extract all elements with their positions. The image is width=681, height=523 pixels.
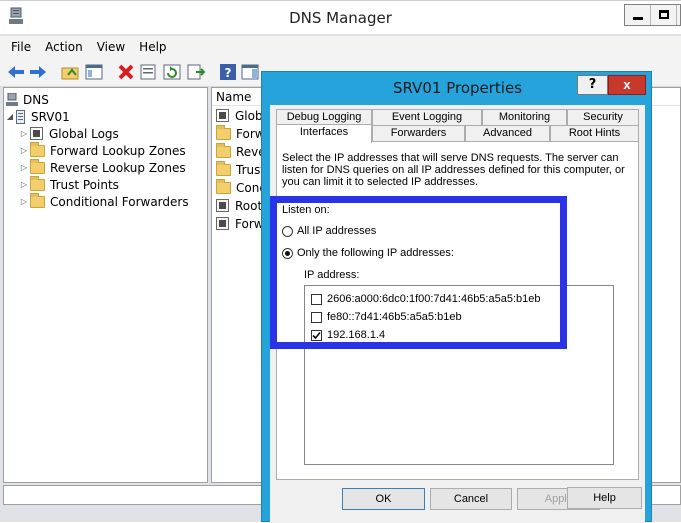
ip-address-label: IP address: bbox=[304, 269, 360, 281]
dialog-help-button[interactable]: ? bbox=[577, 75, 608, 95]
ip-checkbox[interactable] bbox=[311, 293, 322, 305]
maximize-button[interactable] bbox=[651, 5, 677, 25]
event-log-icon bbox=[216, 109, 229, 122]
tree-item-conditional-forwarders[interactable]: ▷ Conditional Forwarders bbox=[18, 192, 189, 210]
radio-label: All IP addresses bbox=[297, 225, 377, 237]
checkmark-icon bbox=[312, 331, 321, 339]
root-hints-icon bbox=[216, 199, 229, 212]
help-icon[interactable]: ? bbox=[218, 63, 238, 81]
radio-only-following-ip-addresses[interactable]: Only the following IP addresses: bbox=[282, 247, 454, 259]
collapse-arrow-icon[interactable]: ◢ bbox=[4, 112, 16, 121]
tab-root-hints[interactable]: Root Hints bbox=[550, 125, 639, 142]
radio-button-selected[interactable] bbox=[282, 247, 293, 259]
export-list-icon[interactable] bbox=[186, 63, 206, 81]
folder-icon bbox=[30, 192, 45, 208]
menu-bar: File Action View Help bbox=[0, 36, 681, 58]
tree-label: Forward Lookup Zones bbox=[50, 143, 186, 158]
help-button[interactable]: Help bbox=[567, 487, 642, 509]
folder-icon bbox=[30, 175, 45, 191]
title-bar: DNS Manager bbox=[0, 1, 681, 34]
folder-up-icon[interactable] bbox=[60, 63, 80, 81]
tab-forwarders[interactable]: Forwarders bbox=[372, 125, 465, 142]
tree-label: Global Logs bbox=[49, 126, 119, 141]
tree-item-forward-lookup-zones[interactable]: ▷ Forward Lookup Zones bbox=[18, 141, 186, 159]
menu-help[interactable]: Help bbox=[132, 40, 173, 54]
tab-security[interactable]: Security bbox=[567, 109, 639, 126]
ip-checkbox-checked[interactable] bbox=[311, 329, 322, 341]
ip-address-value: 2606:a000:6dc0:1f00:7d41:46b5:a5a5:b1eb bbox=[327, 293, 541, 305]
console-tree: DNS ◢ SRV01 ▷ Global Logs ▷ Forward Look… bbox=[3, 87, 208, 483]
ok-button[interactable]: OK bbox=[342, 488, 425, 510]
dns-icon bbox=[6, 92, 18, 106]
window-controls bbox=[624, 4, 681, 26]
tree-label: Conditional Forwarders bbox=[50, 194, 189, 209]
ip-address-row[interactable]: 192.168.1.4 bbox=[311, 329, 385, 341]
menu-action[interactable]: Action bbox=[38, 40, 90, 54]
expand-arrow-icon[interactable]: ▷ bbox=[18, 146, 30, 155]
ip-checkbox[interactable] bbox=[311, 311, 322, 323]
tab-advanced[interactable]: Advanced bbox=[465, 125, 550, 142]
tab-monitoring[interactable]: Monitoring bbox=[482, 109, 567, 126]
tab-event-logging[interactable]: Event Logging bbox=[372, 109, 482, 126]
column-header-name[interactable]: Name bbox=[216, 90, 251, 104]
ip-address-value: 192.168.1.4 bbox=[327, 329, 386, 341]
tree-label-dns: DNS bbox=[23, 92, 49, 107]
tree-item-reverse-lookup-zones[interactable]: ▷ Reverse Lookup Zones bbox=[18, 158, 186, 176]
forwarders-icon bbox=[216, 217, 229, 230]
tree-label-server: SRV01 bbox=[31, 109, 70, 124]
tree-item-trust-points[interactable]: ▷ Trust Points bbox=[18, 175, 119, 193]
menu-file[interactable]: File bbox=[4, 40, 38, 54]
tree-label: Trust Points bbox=[50, 177, 119, 192]
dialog-close-button[interactable]: x bbox=[608, 75, 646, 95]
refresh-icon[interactable] bbox=[162, 63, 182, 81]
server-icon bbox=[16, 109, 25, 124]
folder-icon bbox=[30, 158, 45, 174]
tree-item-global-logs[interactable]: ▷ Global Logs bbox=[18, 125, 119, 142]
ip-address-list: 2606:a000:6dc0:1f00:7d41:46b5:a5a5:b1eb … bbox=[304, 285, 614, 465]
window-title: DNS Manager bbox=[289, 9, 392, 27]
properties-icon[interactable] bbox=[138, 63, 158, 81]
ip-address-row[interactable]: 2606:a000:6dc0:1f00:7d41:46b5:a5a5:b1eb bbox=[311, 293, 540, 305]
svg-text:?: ? bbox=[225, 66, 232, 80]
tree-item-server[interactable]: ◢ SRV01 bbox=[4, 108, 70, 125]
expand-arrow-icon[interactable]: ▷ bbox=[18, 197, 30, 206]
properties-dialog: SRV01 Properties ? x Debug Logging Event… bbox=[261, 71, 652, 523]
event-log-icon bbox=[30, 127, 43, 140]
show-hide-console-icon[interactable] bbox=[84, 63, 104, 81]
expand-arrow-icon[interactable]: ▷ bbox=[18, 163, 30, 172]
minimize-icon bbox=[633, 17, 643, 20]
expand-arrow-icon[interactable]: ▷ bbox=[18, 129, 30, 138]
folder-icon bbox=[216, 178, 231, 194]
ip-address-value: fe80::7d41:46b5:a5a5:b1eb bbox=[327, 311, 462, 323]
folder-icon bbox=[216, 124, 231, 140]
tree-item-dns[interactable]: DNS bbox=[6, 91, 49, 108]
interfaces-description: Select the IP addresses that will serve … bbox=[282, 152, 625, 188]
tab-interfaces[interactable]: Interfaces bbox=[276, 124, 372, 143]
back-arrow-icon[interactable] bbox=[6, 63, 26, 81]
minimize-button[interactable] bbox=[625, 5, 651, 25]
forward-arrow-icon[interactable] bbox=[28, 63, 48, 81]
cancel-button[interactable]: Cancel bbox=[430, 488, 512, 510]
delete-icon[interactable] bbox=[116, 63, 136, 81]
folder-icon bbox=[216, 160, 231, 176]
radio-label: Only the following IP addresses: bbox=[297, 247, 454, 259]
maximize-icon bbox=[659, 10, 669, 19]
dialog-body: Debug Logging Event Logging Monitoring S… bbox=[270, 105, 645, 523]
listen-on-label: Listen on: bbox=[282, 204, 330, 216]
show-pane-icon[interactable] bbox=[240, 63, 260, 81]
menu-view[interactable]: View bbox=[90, 40, 132, 54]
tree-label: Reverse Lookup Zones bbox=[50, 160, 186, 175]
folder-icon bbox=[216, 142, 231, 158]
folder-icon bbox=[30, 141, 45, 157]
radio-all-ip-addresses[interactable]: All IP addresses bbox=[282, 225, 376, 237]
expand-arrow-icon[interactable]: ▷ bbox=[18, 180, 30, 189]
ip-address-row[interactable]: fe80::7d41:46b5:a5a5:b1eb bbox=[311, 311, 462, 323]
radio-button[interactable] bbox=[282, 225, 293, 237]
